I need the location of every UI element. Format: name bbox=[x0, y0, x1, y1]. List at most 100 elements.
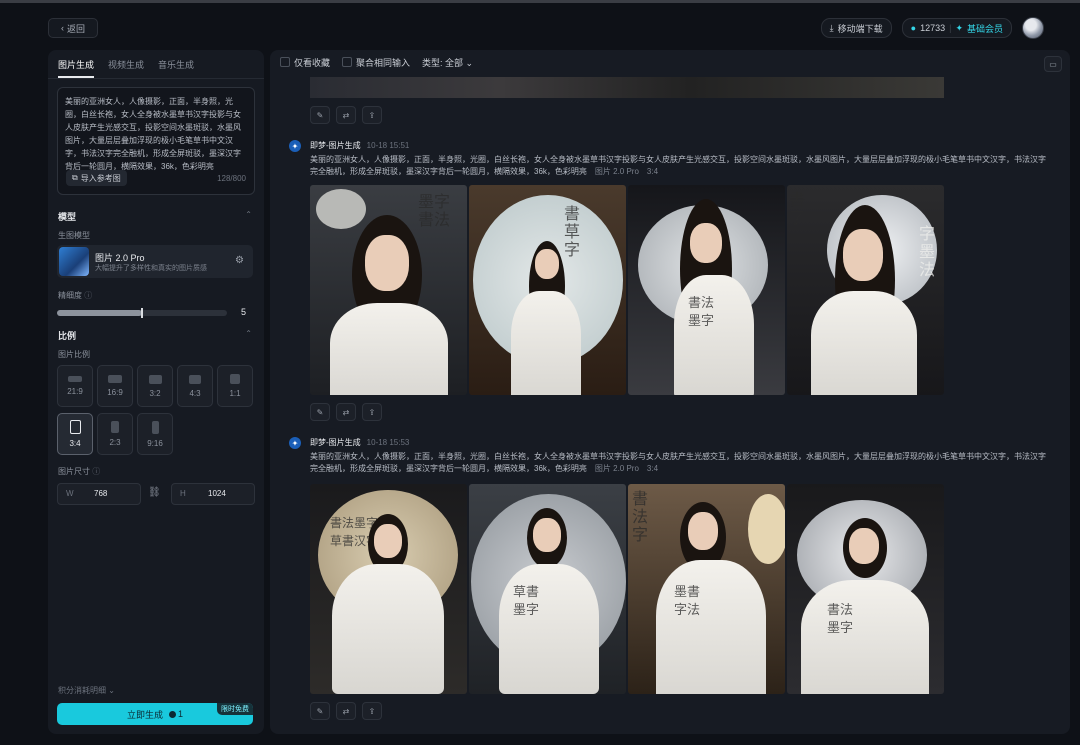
checkbox bbox=[280, 57, 290, 67]
result-image[interactable]: 草書 墨字 bbox=[469, 484, 626, 694]
ratio-3-2[interactable]: 3:2 bbox=[137, 365, 173, 407]
settings-sliders-icon[interactable]: ⚙ bbox=[235, 255, 244, 266]
filter-merge-label: 聚合相同输入 bbox=[356, 58, 411, 68]
previous-actions: ✎ ⇄ ⇪ bbox=[310, 106, 382, 124]
width-input[interactable]: W 768 bbox=[57, 483, 141, 505]
type-filter-dropdown[interactable]: 类型: 全部 ⌄ bbox=[422, 56, 473, 69]
ratio-label: 16:9 bbox=[107, 388, 123, 397]
filter-merge-toggle[interactable]: 聚合相同输入 bbox=[342, 56, 410, 69]
height-prefix: H bbox=[180, 489, 186, 498]
ratio-label: 9:16 bbox=[147, 438, 163, 448]
precision-slider[interactable] bbox=[57, 308, 227, 318]
precision-label: 精细度 ⓘ bbox=[58, 290, 92, 301]
download-icon: ⤓ bbox=[829, 22, 834, 33]
generate-button[interactable]: 立即生成 1 限时免费 bbox=[57, 703, 253, 725]
job-model: 图片 2.0 Pro bbox=[594, 167, 639, 176]
precision-slider-handle[interactable] bbox=[141, 308, 143, 318]
result-image[interactable]: 書法墨字 草書汉字 bbox=[310, 484, 467, 694]
result-image[interactable]: 書法 墨字 bbox=[787, 484, 944, 694]
limited-free-badge: 限时免费 bbox=[217, 703, 253, 715]
info-icon: ⓘ bbox=[84, 291, 93, 300]
model-description: 大幅提升了多样性和真实的图片质感 bbox=[95, 265, 207, 272]
job-prompt: 美丽的亚洲女人，人像摄影，正面，半身照，光圈，白丝长袍，女人全身被水墨草书汉字投… bbox=[310, 451, 1050, 475]
credits-value: 12733 bbox=[920, 23, 946, 33]
result-image[interactable]: 書法 墨字 bbox=[628, 185, 785, 395]
prompt-input[interactable]: 美丽的亚洲女人，人像摄影，正面，半身照，光圈，白丝长袍，女人全身被水墨草书汉字投… bbox=[57, 87, 255, 195]
avatar[interactable] bbox=[1022, 17, 1044, 39]
width-value[interactable]: 768 bbox=[94, 489, 107, 498]
membership-label: 基础会员 bbox=[966, 23, 1003, 34]
ratio-label: 2:3 bbox=[109, 438, 121, 447]
share-icon[interactable]: ⇪ bbox=[362, 106, 382, 124]
back-button[interactable]: ‹ 返回 bbox=[48, 18, 98, 38]
mode-tabs: 图片生成 视频生成 音乐生成 bbox=[48, 50, 264, 79]
job-model: 图片 2.0 Pro bbox=[594, 464, 639, 473]
credit-coin-icon: ● bbox=[910, 23, 917, 33]
ratio-label: 3:4 bbox=[69, 439, 81, 448]
regenerate-icon[interactable]: ⇄ bbox=[336, 702, 356, 720]
import-reference-button[interactable]: ⧉ 导入参考图 bbox=[66, 170, 127, 186]
edit-icon[interactable]: ✎ bbox=[310, 403, 330, 421]
height-input[interactable]: H 1024 bbox=[171, 483, 255, 505]
share-icon[interactable]: ⇪ bbox=[362, 702, 382, 720]
previous-results-strip[interactable] bbox=[310, 77, 944, 98]
filter-favorites-toggle[interactable]: 仅看收藏 bbox=[280, 56, 330, 69]
edit-icon[interactable]: ✎ bbox=[310, 702, 330, 720]
model-selector[interactable]: 图片 2.0 Pro 大幅提升了多样性和真实的图片质感 ⚙ bbox=[57, 245, 253, 278]
ratio-21-9[interactable]: 21:9 bbox=[57, 365, 93, 407]
tab-music-generation[interactable]: 音乐生成 bbox=[158, 58, 194, 78]
model-label: 生图模型 bbox=[58, 231, 90, 240]
job-ratio: 3:4 bbox=[646, 167, 659, 176]
result-image[interactable]: 書字 字墨法 bbox=[787, 185, 944, 395]
job-header: 即梦-图片生成 10-18 15:53 bbox=[310, 437, 409, 448]
ratio-4-3[interactable]: 4:3 bbox=[177, 365, 213, 407]
width-prefix: W bbox=[66, 489, 74, 498]
prompt-text[interactable]: 美丽的亚洲女人，人像摄影，正面，半身照，光圈，白丝长袍，女人全身被水墨草书汉字投… bbox=[58, 88, 254, 173]
collapse-chevron-icon[interactable]: ⌃ bbox=[245, 329, 252, 338]
credit-detail-toggle[interactable]: 积分消耗明细 ⌄ bbox=[58, 685, 115, 696]
ratio-2-3[interactable]: 2:3 bbox=[97, 413, 133, 455]
collapse-chevron-icon[interactable]: ⌃ bbox=[245, 210, 252, 219]
filter-favorites-label: 仅看收藏 bbox=[294, 58, 331, 68]
job-prompt-text: 美丽的亚洲女人，人像摄影，正面，半身照，光圈，白丝长袍，女人全身被水墨草书汉字投… bbox=[310, 452, 1046, 473]
height-value[interactable]: 1024 bbox=[208, 489, 226, 498]
generate-label: 立即生成 bbox=[126, 709, 163, 720]
tab-video-generation[interactable]: 视频生成 bbox=[108, 58, 144, 78]
ratio-3-4[interactable]: 3:4 bbox=[57, 413, 93, 455]
job-ratio: 3:4 bbox=[646, 464, 659, 473]
size-label: 图片尺寸 ⓘ bbox=[58, 466, 100, 477]
result-image[interactable]: 墨字 書法 bbox=[310, 185, 467, 395]
ratio-1-1[interactable]: 1:1 bbox=[217, 365, 253, 407]
model-thumbnail bbox=[59, 247, 89, 276]
share-icon[interactable]: ⇪ bbox=[362, 403, 382, 421]
job-prompt-text: 美丽的亚洲女人，人像摄影，正面，半身照，光圈，白丝长袍，女人全身被水墨草书汉字投… bbox=[310, 155, 1046, 176]
credits-pill[interactable]: ● 12733 | ✦ 基础会员 bbox=[901, 18, 1012, 38]
size-label-text: 图片尺寸 bbox=[58, 467, 90, 476]
result-image[interactable]: 書草字 bbox=[469, 185, 626, 395]
job-avatar-icon: ✦ bbox=[289, 437, 301, 449]
tab-image-generation[interactable]: 图片生成 bbox=[58, 58, 95, 78]
ratio-label: 1:1 bbox=[229, 389, 241, 398]
ratio-16-9[interactable]: 16:9 bbox=[97, 365, 133, 407]
folder-icon[interactable]: ▭ bbox=[1044, 56, 1062, 72]
job-title: 即梦-图片生成 bbox=[310, 438, 361, 447]
credit-coin-icon bbox=[169, 710, 176, 718]
divider: | bbox=[949, 23, 952, 33]
job-time: 10-18 15:51 bbox=[366, 141, 410, 150]
regenerate-icon[interactable]: ⇄ bbox=[336, 106, 356, 124]
precision-value: 5 bbox=[241, 307, 247, 317]
generate-cost-value: 1 bbox=[178, 709, 184, 719]
header-actions: ⤓ 移动端下载 ● 12733 | ✦ 基础会员 bbox=[820, 17, 1044, 39]
result-image[interactable]: 書法字 墨書 字法 bbox=[628, 484, 785, 694]
results-feed: 仅看收藏 聚合相同输入 类型: 全部 ⌄ ▭ ✎ ⇄ ⇪ ✦ 即梦-图片生成 10… bbox=[270, 50, 1070, 734]
link-aspect-icon[interactable]: ⛓ bbox=[148, 487, 161, 498]
type-filter-label: 类型: 全部 bbox=[422, 58, 464, 68]
filter-bar: 仅看收藏 聚合相同输入 类型: 全部 ⌄ bbox=[280, 56, 473, 69]
edit-icon[interactable]: ✎ bbox=[310, 106, 330, 124]
ratio-label: 21:9 bbox=[67, 387, 83, 396]
regenerate-icon[interactable]: ⇄ bbox=[336, 403, 356, 421]
job-actions: ✎ ⇄ ⇪ bbox=[310, 702, 382, 720]
ratio-9-16[interactable]: 9:16 bbox=[137, 413, 173, 455]
credit-detail-label: 积分消耗明细 bbox=[58, 686, 106, 695]
mobile-download-button[interactable]: ⤓ 移动端下载 bbox=[820, 18, 892, 38]
